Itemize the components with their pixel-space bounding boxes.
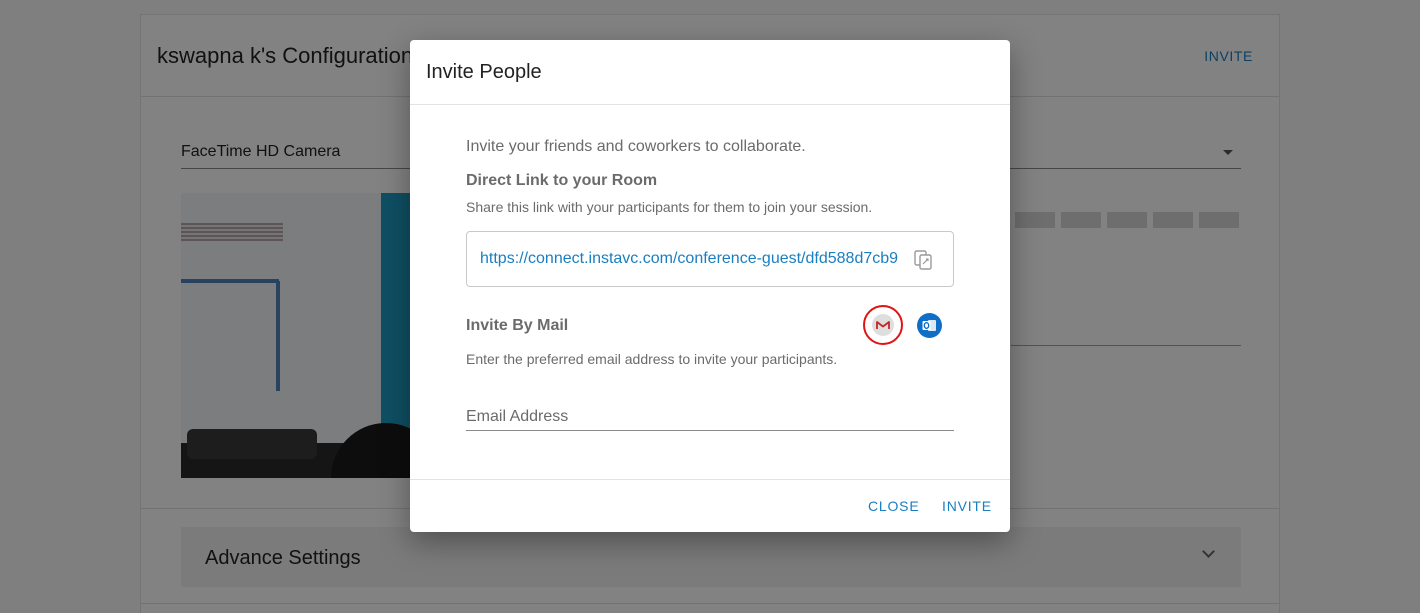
invite-button[interactable]: INVITE [942,498,992,514]
outlook-icon[interactable] [917,313,942,338]
invite-by-mail-heading: Invite By Mail [466,317,569,334]
room-link-box: https://connect.instavc.com/conference-g… [466,231,954,287]
direct-link-heading: Direct Link to your Room [466,172,658,189]
direct-link-description: Share this link with your participants f… [466,199,873,215]
room-link[interactable]: https://connect.instavc.com/conference-g… [480,250,898,268]
dialog-header: Invite People [410,40,1010,105]
dialog-title: Invite People [426,61,542,83]
gmail-icon[interactable] [863,305,903,345]
intro-text: Invite your friends and coworkers to col… [466,138,806,155]
copy-icon[interactable] [913,249,935,271]
email-field[interactable] [466,403,954,431]
invite-dialog: Invite People Invite your friends and co… [410,40,1010,532]
dialog-footer: CLOSE INVITE [410,479,1010,532]
invite-by-mail-description: Enter the preferred email address to inv… [466,351,838,367]
close-button[interactable]: CLOSE [868,498,919,514]
